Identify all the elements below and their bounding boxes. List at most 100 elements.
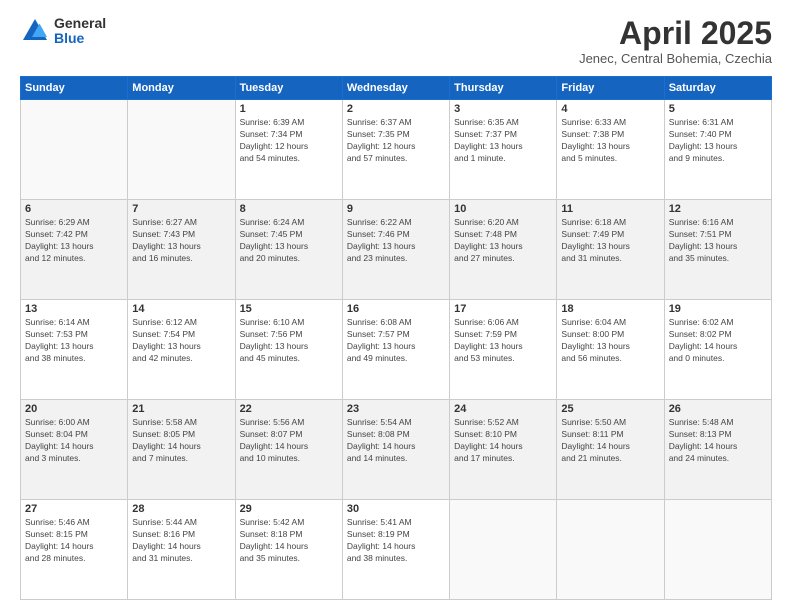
day-number: 25: [561, 403, 659, 415]
calendar-header-row: Sunday Monday Tuesday Wednesday Thursday…: [21, 77, 772, 100]
col-sunday: Sunday: [21, 77, 128, 100]
day-info: Sunrise: 6:10 AM Sunset: 7:56 PM Dayligh…: [240, 317, 338, 365]
day-info: Sunrise: 5:54 AM Sunset: 8:08 PM Dayligh…: [347, 417, 445, 465]
day-info: Sunrise: 5:48 AM Sunset: 8:13 PM Dayligh…: [669, 417, 767, 465]
day-info: Sunrise: 6:04 AM Sunset: 8:00 PM Dayligh…: [561, 317, 659, 365]
day-info: Sunrise: 6:12 AM Sunset: 7:54 PM Dayligh…: [132, 317, 230, 365]
day-number: 17: [454, 303, 552, 315]
table-row: 17 Sunrise: 6:06 AM Sunset: 7:59 PM Dayli…: [450, 300, 557, 400]
table-row: [128, 100, 235, 200]
table-row: 5 Sunrise: 6:31 AM Sunset: 7:40 PM Daylig…: [664, 100, 771, 200]
day-info: Sunrise: 6:18 AM Sunset: 7:49 PM Dayligh…: [561, 217, 659, 265]
table-row: 28 Sunrise: 5:44 AM Sunset: 8:16 PM Dayli…: [128, 500, 235, 600]
day-number: 22: [240, 403, 338, 415]
day-info: Sunrise: 5:44 AM Sunset: 8:16 PM Dayligh…: [132, 517, 230, 565]
day-info: Sunrise: 6:22 AM Sunset: 7:46 PM Dayligh…: [347, 217, 445, 265]
day-info: Sunrise: 6:35 AM Sunset: 7:37 PM Dayligh…: [454, 117, 552, 165]
logo-blue: Blue: [54, 31, 106, 46]
day-info: Sunrise: 6:33 AM Sunset: 7:38 PM Dayligh…: [561, 117, 659, 165]
table-row: 24 Sunrise: 5:52 AM Sunset: 8:10 PM Dayli…: [450, 400, 557, 500]
table-row: 13 Sunrise: 6:14 AM Sunset: 7:53 PM Dayli…: [21, 300, 128, 400]
day-number: 24: [454, 403, 552, 415]
col-tuesday: Tuesday: [235, 77, 342, 100]
day-number: 30: [347, 503, 445, 515]
day-info: Sunrise: 5:42 AM Sunset: 8:18 PM Dayligh…: [240, 517, 338, 565]
table-row: 25 Sunrise: 5:50 AM Sunset: 8:11 PM Dayli…: [557, 400, 664, 500]
day-info: Sunrise: 5:56 AM Sunset: 8:07 PM Dayligh…: [240, 417, 338, 465]
table-row: 21Sunrise: 5:58 AM Sunset: 8:05 PM Dayli…: [128, 400, 235, 500]
day-number: 27: [25, 503, 123, 515]
table-row: [450, 500, 557, 600]
col-monday: Monday: [128, 77, 235, 100]
location: Jenec, Central Bohemia, Czechia: [579, 51, 772, 66]
day-info: Sunrise: 6:24 AM Sunset: 7:45 PM Dayligh…: [240, 217, 338, 265]
calendar-week-row: 6Sunrise: 6:29 AM Sunset: 7:42 PM Daylig…: [21, 200, 772, 300]
day-info: Sunrise: 5:46 AM Sunset: 8:15 PM Dayligh…: [25, 517, 123, 565]
day-info: Sunrise: 6:20 AM Sunset: 7:48 PM Dayligh…: [454, 217, 552, 265]
table-row: 2 Sunrise: 6:37 AM Sunset: 7:35 PM Daylig…: [342, 100, 449, 200]
day-number: 28: [132, 503, 230, 515]
table-row: 16 Sunrise: 6:08 AM Sunset: 7:57 PM Dayli…: [342, 300, 449, 400]
table-row: 26Sunrise: 5:48 AM Sunset: 8:13 PM Dayli…: [664, 400, 771, 500]
table-row: 29 Sunrise: 5:42 AM Sunset: 8:18 PM Dayli…: [235, 500, 342, 600]
day-info: Sunrise: 6:06 AM Sunset: 7:59 PM Dayligh…: [454, 317, 552, 365]
day-info: Sunrise: 6:16 AM Sunset: 7:51 PM Dayligh…: [669, 217, 767, 265]
day-number: 9: [347, 203, 445, 215]
day-number: 8: [240, 203, 338, 215]
page: General Blue April 2025 Jenec, Central B…: [0, 0, 792, 612]
table-row: 4 Sunrise: 6:33 AM Sunset: 7:38 PM Daylig…: [557, 100, 664, 200]
day-number: 10: [454, 203, 552, 215]
day-number: 19: [669, 303, 767, 315]
day-number: 5: [669, 103, 767, 115]
header: General Blue April 2025 Jenec, Central B…: [20, 16, 772, 66]
day-number: 4: [561, 103, 659, 115]
col-wednesday: Wednesday: [342, 77, 449, 100]
day-info: Sunrise: 6:27 AM Sunset: 7:43 PM Dayligh…: [132, 217, 230, 265]
day-info: Sunrise: 5:50 AM Sunset: 8:11 PM Dayligh…: [561, 417, 659, 465]
day-number: 11: [561, 203, 659, 215]
table-row: 10 Sunrise: 6:20 AM Sunset: 7:48 PM Dayli…: [450, 200, 557, 300]
day-number: 7: [132, 203, 230, 215]
day-number: 12: [669, 203, 767, 215]
table-row: 1Sunrise: 6:39 AM Sunset: 7:34 PM Daylig…: [235, 100, 342, 200]
table-row: 18 Sunrise: 6:04 AM Sunset: 8:00 PM Dayli…: [557, 300, 664, 400]
day-info: Sunrise: 6:37 AM Sunset: 7:35 PM Dayligh…: [347, 117, 445, 165]
logo: General Blue: [20, 16, 106, 47]
calendar-week-row: 13 Sunrise: 6:14 AM Sunset: 7:53 PM Dayli…: [21, 300, 772, 400]
logo-general: General: [54, 16, 106, 31]
day-info: Sunrise: 6:08 AM Sunset: 7:57 PM Dayligh…: [347, 317, 445, 365]
logo-text: General Blue: [54, 16, 106, 47]
day-number: 21: [132, 403, 230, 415]
day-info: Sunrise: 5:41 AM Sunset: 8:19 PM Dayligh…: [347, 517, 445, 565]
col-thursday: Thursday: [450, 77, 557, 100]
day-info: Sunrise: 6:00 AM Sunset: 8:04 PM Dayligh…: [25, 417, 123, 465]
title-block: April 2025 Jenec, Central Bohemia, Czech…: [579, 16, 772, 66]
table-row: 30 Sunrise: 5:41 AM Sunset: 8:19 PM Dayli…: [342, 500, 449, 600]
day-number: 3: [454, 103, 552, 115]
day-info: Sunrise: 6:31 AM Sunset: 7:40 PM Dayligh…: [669, 117, 767, 165]
table-row: 11 Sunrise: 6:18 AM Sunset: 7:49 PM Dayli…: [557, 200, 664, 300]
day-info: Sunrise: 6:14 AM Sunset: 7:53 PM Dayligh…: [25, 317, 123, 365]
table-row: 23Sunrise: 5:54 AM Sunset: 8:08 PM Dayli…: [342, 400, 449, 500]
day-number: 18: [561, 303, 659, 315]
day-number: 16: [347, 303, 445, 315]
day-number: 6: [25, 203, 123, 215]
day-number: 14: [132, 303, 230, 315]
day-number: 2: [347, 103, 445, 115]
calendar-week-row: 1Sunrise: 6:39 AM Sunset: 7:34 PM Daylig…: [21, 100, 772, 200]
table-row: [664, 500, 771, 600]
calendar-week-row: 20 Sunrise: 6:00 AM Sunset: 8:04 PM Dayli…: [21, 400, 772, 500]
day-number: 29: [240, 503, 338, 515]
day-number: 13: [25, 303, 123, 315]
day-number: 1: [240, 103, 338, 115]
calendar-week-row: 27 Sunrise: 5:46 AM Sunset: 8:15 PM Dayli…: [21, 500, 772, 600]
table-row: 22 Sunrise: 5:56 AM Sunset: 8:07 PM Dayli…: [235, 400, 342, 500]
table-row: 9 Sunrise: 6:22 AM Sunset: 7:46 PM Daylig…: [342, 200, 449, 300]
day-number: 20: [25, 403, 123, 415]
day-info: Sunrise: 5:52 AM Sunset: 8:10 PM Dayligh…: [454, 417, 552, 465]
table-row: 8 Sunrise: 6:24 AM Sunset: 7:45 PM Daylig…: [235, 200, 342, 300]
day-number: 15: [240, 303, 338, 315]
table-row: [21, 100, 128, 200]
col-saturday: Saturday: [664, 77, 771, 100]
col-friday: Friday: [557, 77, 664, 100]
